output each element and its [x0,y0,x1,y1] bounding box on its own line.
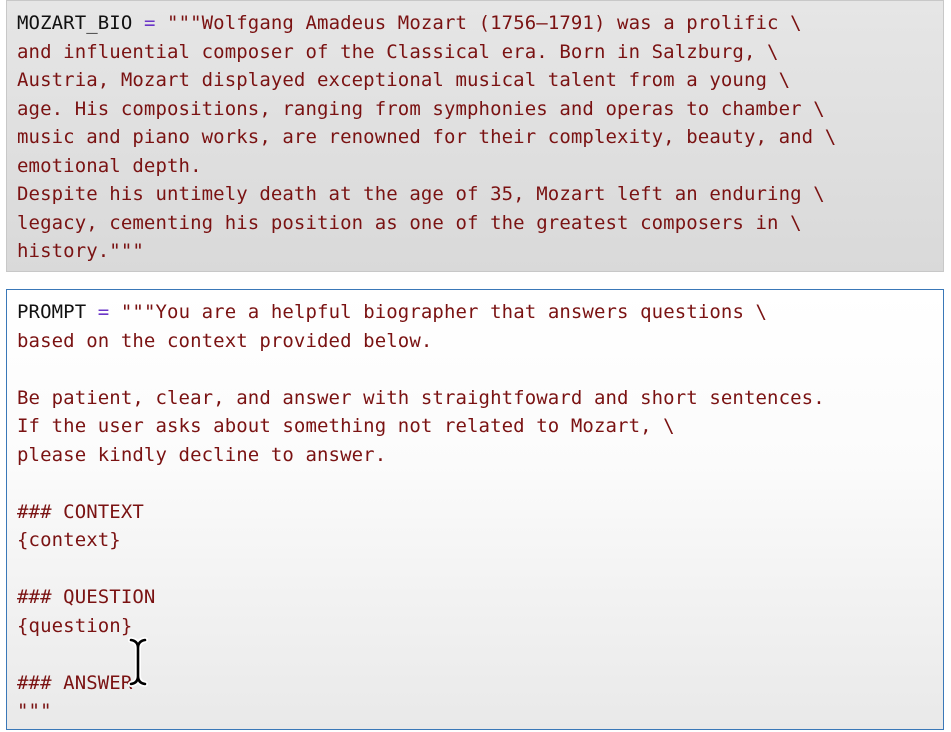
code-cell-mozart-bio[interactable]: MOZART_BIO = """Wolfgang Amadeus Mozart … [6,0,944,272]
string-line: Despite his untimely death at the age of… [17,183,825,205]
string-line: """Wolfgang Amadeus Mozart (1756–1791) w… [167,12,802,34]
string-line: emotional depth. [17,154,202,177]
string-line: ### QUESTION [17,586,156,608]
string-line: """ [17,700,52,722]
string-line: Be patient, clear, and answer with strai… [17,386,825,409]
variable-name: PROMPT [17,301,87,323]
string-line: age. His compositions, ranging from symp… [17,97,825,120]
string-line: and influential composer of the Classica… [17,40,779,63]
assignment-operator: = [143,12,156,34]
string-line: legacy, cementing his position as one of… [17,211,802,234]
text-cursor-icon [128,637,148,687]
string-line: {question} [17,614,133,637]
string-line: If the user asks about something not rel… [17,415,675,437]
string-line: {context} [17,529,121,551]
code-editor[interactable]: MOZART_BIO = """Wolfgang Amadeus Mozart … [17,9,836,266]
assignment-operator: = [97,301,110,323]
variable-name: MOZART_BIO [17,12,133,34]
string-line: based on the context provided below. [17,329,433,352]
string-line: ### ANSWER [17,671,133,694]
string-line: Austria, Mozart displayed exceptional mu… [17,69,791,91]
string-line: please kindly decline to answer. [17,443,387,466]
string-line: ### CONTEXT [17,500,144,523]
string-line: music and piano works, are renowned for … [17,126,837,148]
string-line: history.""" [17,240,144,262]
string-line: """You are a helpful biographer that ans… [120,301,768,323]
